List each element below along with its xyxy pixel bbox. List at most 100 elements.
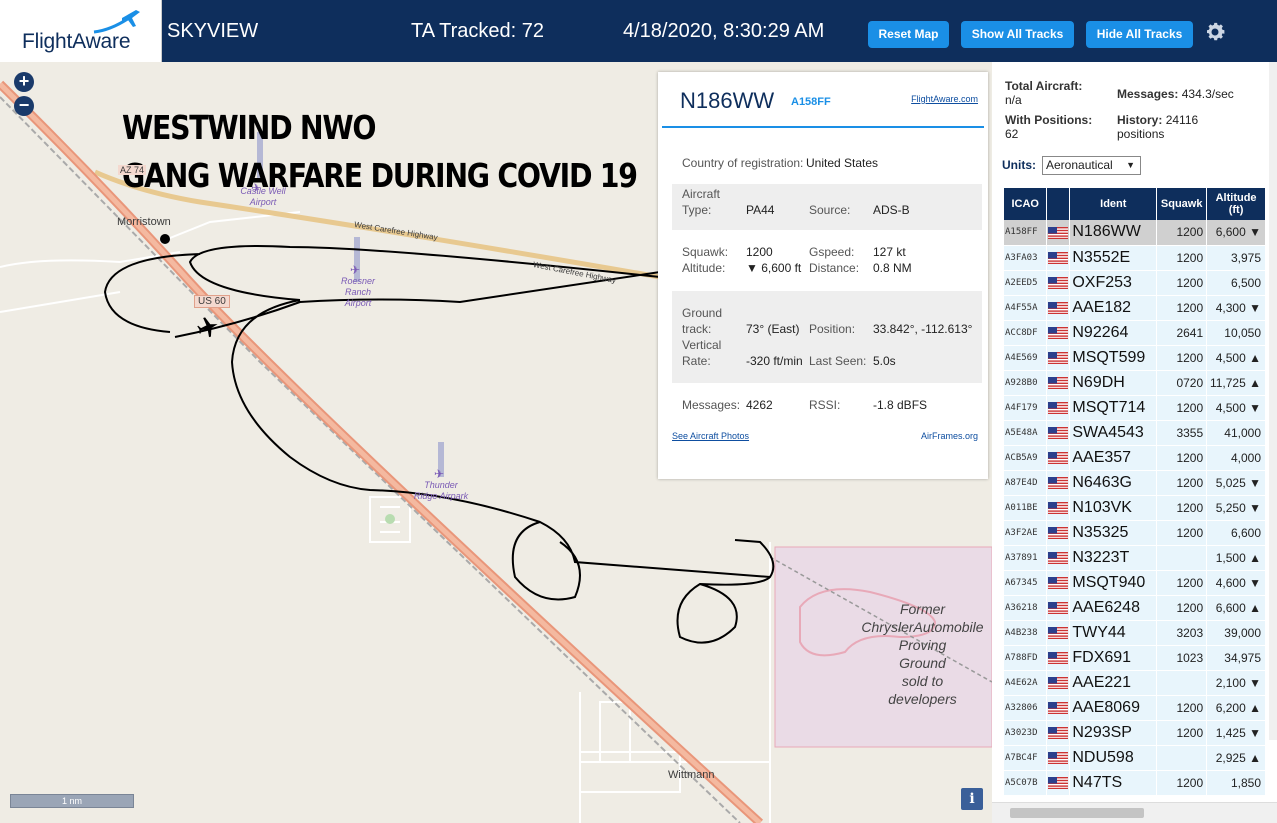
zoom-out-button[interactable]: − [14, 96, 34, 116]
aircraft-table-body: A158FF N186WW 1200 6,600 ▼ A3FA03 N3552E 1200 3… [1004, 220, 1266, 796]
table-row[interactable]: A3F2AE N35325 1200 6,600 [1004, 520, 1266, 546]
flightaware-link[interactable]: FlightAware.com [911, 94, 978, 104]
cell-ident: OXF253 [1069, 270, 1158, 296]
us-flag-icon [1046, 495, 1071, 521]
history: History: 24116 positions [1117, 113, 1198, 141]
cell-icao: A788FD [1004, 645, 1048, 671]
us-flag-icon [1046, 320, 1071, 346]
reset-map-button[interactable]: Reset Map [868, 21, 949, 48]
col-icao[interactable]: ICAO [1004, 188, 1048, 220]
cell-ident: MSQT940 [1069, 570, 1158, 596]
table-row[interactable]: A36218 AAE6248 1200 6,600 ▲ [1004, 595, 1266, 621]
cell-icao: A4F55A [1004, 295, 1048, 321]
col-altitude[interactable]: Altitude (ft) [1206, 188, 1266, 220]
cell-icao: A7BC4F [1004, 745, 1048, 771]
track-label: track: [682, 322, 712, 336]
vertical-label: Vertical [682, 338, 722, 352]
label-route-74: AZ 74 [118, 165, 147, 175]
table-row[interactable]: A87E4D N6463G 1200 5,025 ▼ [1004, 470, 1266, 496]
table-row[interactable]: A158FF N186WW 1200 6,600 ▼ [1004, 220, 1266, 246]
table-row[interactable]: A37891 N3223T 1,500 ▲ [1004, 545, 1266, 571]
horizontal-scrollbar[interactable] [992, 802, 1277, 823]
us-flag-icon [1046, 245, 1071, 271]
cell-icao: A4E569 [1004, 345, 1048, 371]
label-chrysler-6: developers [888, 691, 957, 707]
table-row[interactable]: A32806 AAE8069 1200 6,200 ▲ [1004, 695, 1266, 721]
airport-icon: ✈ [350, 263, 360, 277]
gspeed-value: 127 kt [873, 245, 906, 259]
history-unit: positions [1117, 127, 1165, 141]
vertical-scrollbar[interactable] [1269, 62, 1277, 740]
label-roesner: Roesner Ranch Airport [333, 276, 383, 309]
col-squawk[interactable]: Squawk [1156, 188, 1208, 220]
show-all-tracks-button[interactable]: Show All Tracks [961, 21, 1074, 48]
rssi-value: -1.8 dBFS [873, 398, 928, 412]
cell-icao: A37891 [1004, 545, 1048, 571]
squawk-label: Squawk: [682, 245, 729, 259]
cell-squawk: 1200 [1156, 720, 1208, 746]
us-flag-icon [1046, 420, 1071, 446]
messages-label: Messages: [682, 398, 741, 412]
units-select[interactable]: Aeronautical ▼ [1042, 156, 1141, 175]
table-row[interactable]: ACC8DF N92264 2641 10,050 [1004, 320, 1266, 346]
logo[interactable]: FlightAware [0, 0, 162, 62]
cell-icao: A3F2AE [1004, 520, 1048, 546]
messages-rate: Messages: 434.3/sec [1117, 87, 1234, 101]
total-aircraft-value: n/a [1005, 93, 1022, 107]
table-row[interactable]: A67345 MSQT940 1200 4,600 ▼ [1004, 570, 1266, 596]
table-row[interactable]: A3023D N293SP 1200 1,425 ▼ [1004, 720, 1266, 746]
aircraft-table[interactable]: ICAO Ident Squawk Altitude (ft) A158FF N1… [1004, 188, 1266, 798]
cell-altitude: 4,500 ▼ [1206, 395, 1266, 421]
cell-icao: A5E48A [1004, 420, 1048, 446]
popup-hex: A158FF [791, 96, 831, 108]
cell-icao: A4E62A [1004, 670, 1048, 696]
info-button[interactable]: i [961, 788, 983, 810]
table-row[interactable]: A4F179 MSQT714 1200 4,500 ▼ [1004, 395, 1266, 421]
table-row[interactable]: A4E569 MSQT599 1200 4,500 ▲ [1004, 345, 1266, 371]
table-row[interactable]: A5E48A SWA4543 3355 41,000 [1004, 420, 1266, 446]
table-row[interactable]: A011BE N103VK 1200 5,250 ▼ [1004, 495, 1266, 521]
table-row[interactable]: A4E62A AAE221 2,100 ▼ [1004, 670, 1266, 696]
history-label: History: [1117, 113, 1163, 127]
table-row[interactable]: A4B238 TWY44 3203 39,000 [1004, 620, 1266, 646]
overlay-title-line2: GANG WARFARE DURING COVID 19 [122, 156, 638, 195]
header-bar: FlightAware SKYVIEW TA Tracked: 72 4/18/… [0, 0, 1277, 62]
label-roesner-1: Roesner [340, 276, 376, 286]
table-row[interactable]: A4F55A AAE182 1200 4,300 ▼ [1004, 295, 1266, 321]
cell-squawk: 1200 [1156, 345, 1208, 371]
cell-altitude: 4,300 ▼ [1206, 295, 1266, 321]
table-row[interactable]: A928B0 N69DH 0720 11,725 ▲ [1004, 370, 1266, 396]
label-wittmann: Wittmann [668, 769, 715, 781]
label-proving-ground: Former ChryslerAutomobile Proving Ground… [850, 600, 992, 708]
tracked-count: TA Tracked: 72 [411, 20, 545, 42]
table-row[interactable]: A788FD FDX691 1023 34,975 [1004, 645, 1266, 671]
label-chrysler-4: Ground [899, 655, 946, 671]
cell-ident: N293SP [1069, 720, 1158, 746]
type-label: Type: [682, 203, 712, 217]
col-flag[interactable] [1046, 188, 1071, 220]
cell-icao: A2EED5 [1004, 270, 1048, 296]
zoom-in-button[interactable]: + [14, 72, 34, 92]
cell-icao: A158FF [1004, 220, 1048, 246]
table-row[interactable]: A2EED5 OXF253 1200 6,500 [1004, 270, 1266, 296]
scrollbar-thumb[interactable] [1010, 808, 1144, 818]
aircraft-photos-link[interactable]: See Aircraft Photos [672, 431, 749, 441]
us-flag-icon [1046, 695, 1071, 721]
gear-icon[interactable] [1203, 20, 1227, 44]
table-row[interactable]: A7BC4F NDU598 2,925 ▲ [1004, 745, 1266, 771]
cell-altitude: 11,725 ▲ [1206, 370, 1266, 396]
hide-all-tracks-button[interactable]: Hide All Tracks [1086, 21, 1193, 48]
cell-icao: A67345 [1004, 570, 1048, 596]
col-ident[interactable]: Ident [1069, 188, 1158, 220]
us-flag-icon [1046, 620, 1071, 646]
table-row[interactable]: A5C07B N47TS 1200 1,850 [1004, 770, 1266, 796]
us-flag-icon [1046, 445, 1071, 471]
table-row[interactable]: A3FA03 N3552E 1200 3,975 [1004, 245, 1266, 271]
cell-ident: AAE6248 [1069, 595, 1158, 621]
us-flag-icon [1046, 645, 1071, 671]
airframes-link[interactable]: AirFrames.org [921, 431, 978, 441]
table-row[interactable]: ACB5A9 AAE357 1200 4,000 [1004, 445, 1266, 471]
us-flag-icon [1046, 720, 1071, 746]
cell-altitude: 1,850 [1206, 770, 1266, 796]
cell-squawk: 0720 [1156, 370, 1208, 396]
